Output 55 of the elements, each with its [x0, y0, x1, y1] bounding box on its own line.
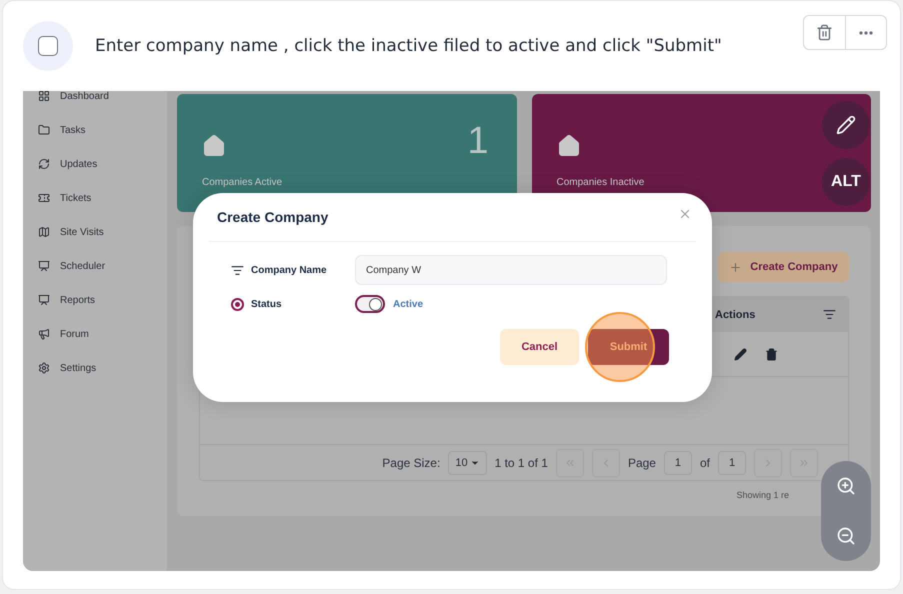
trash-icon: [816, 24, 833, 41]
home-icon: [202, 134, 226, 158]
plus-icon: [729, 260, 742, 274]
sidebar-item[interactable]: Scheduler: [23, 249, 167, 283]
stat-value: 1: [467, 120, 488, 163]
sidebar-item[interactable]: Tickets: [23, 181, 167, 215]
close-button[interactable]: [678, 207, 692, 221]
grid-icon: [38, 91, 50, 102]
page-size-label: Page Size:: [382, 456, 440, 470]
create-company-button[interactable]: Create Company: [718, 252, 849, 282]
page-label: Page: [628, 456, 656, 470]
settings-icon: [38, 362, 50, 374]
page-input[interactable]: 1: [664, 450, 692, 474]
zoom-out-icon: [836, 526, 856, 546]
presentation-icon: [38, 260, 50, 272]
zoom-in-button[interactable]: [836, 476, 856, 496]
cancel-button[interactable]: Cancel: [500, 329, 579, 365]
refresh-icon: [38, 158, 50, 170]
more-icon: [859, 30, 873, 34]
step-checkbox[interactable]: [38, 36, 58, 56]
lines-icon: [231, 264, 244, 276]
presentation-icon: [38, 294, 50, 306]
sidebar-item[interactable]: Updates: [23, 147, 167, 181]
of-label: of: [700, 456, 710, 470]
zoom-out-button[interactable]: [836, 526, 856, 546]
sidebar-item[interactable]: Dashboard: [23, 91, 167, 113]
row-range: 1 to 1 of 1: [494, 456, 548, 470]
ticket-icon: [38, 192, 50, 204]
page-size-select[interactable]: 10: [448, 450, 487, 474]
home-icon: [556, 134, 580, 158]
edit-icon[interactable]: [734, 348, 747, 360]
folder-icon: [38, 124, 50, 136]
map-icon: [38, 226, 50, 238]
status-toggle[interactable]: [355, 295, 385, 313]
field-label: Status: [231, 298, 355, 310]
step-instruction: Enter company name , click the inactive filed to active and click "Submit": [95, 36, 722, 56]
dialog-title: Create Company: [217, 209, 328, 225]
trash-icon[interactable]: [765, 348, 778, 360]
column-header: Actions: [715, 308, 756, 320]
status-radio[interactable]: [231, 298, 244, 310]
filter-icon[interactable]: [823, 308, 836, 321]
stat-label: Companies Active: [202, 177, 284, 188]
sidebar-item[interactable]: Site Visits: [23, 215, 167, 249]
showing-note: Showing 1 re: [736, 490, 789, 500]
zoom-in-icon: [836, 476, 856, 496]
page-total: 1: [718, 450, 746, 474]
sidebar-item[interactable]: Settings: [23, 351, 167, 385]
toggle-label: Active: [393, 298, 424, 310]
sidebar-item[interactable]: Tasks: [23, 113, 167, 147]
megaphone-icon: [38, 328, 50, 340]
sidebar-item[interactable]: Reports: [23, 283, 167, 317]
pencil-icon: [836, 115, 856, 135]
sidebar-item[interactable]: Forum: [23, 317, 167, 351]
field-label: Company Name: [231, 264, 355, 276]
company-name-field[interactable]: Company W: [355, 255, 667, 285]
